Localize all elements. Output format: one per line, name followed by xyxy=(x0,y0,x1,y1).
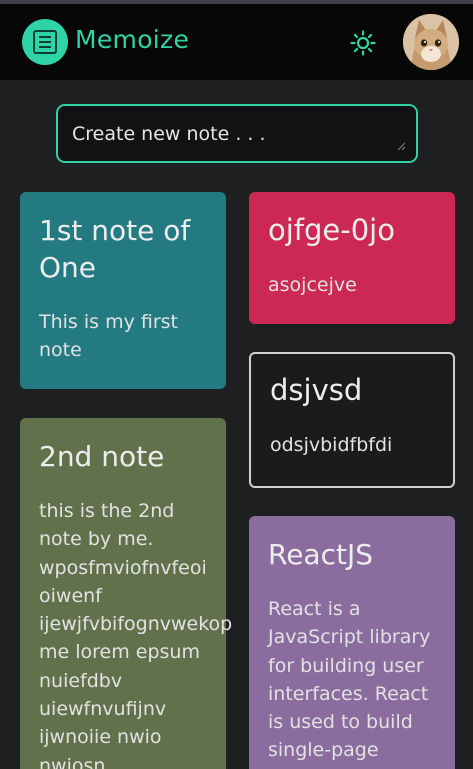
note-card[interactable]: dsjvsd odsjvbidfbfdi xyxy=(249,352,455,488)
note-body: This is my first note xyxy=(39,311,179,362)
note-title: 2nd note xyxy=(39,440,165,473)
cat-avatar-icon xyxy=(403,14,459,70)
note-title: ReactJS xyxy=(268,538,373,571)
note-title: dsjvsd xyxy=(270,373,363,407)
app-header: Memoize xyxy=(0,4,473,80)
note-card[interactable]: 2nd note this is the 2nd note by me. wpo… xyxy=(20,418,233,769)
note-card[interactable]: ojfge-0jo asojcejve xyxy=(249,192,455,324)
note-body: asojcejve xyxy=(268,274,357,296)
note-card[interactable]: 1st note of One This is my first note xyxy=(20,192,226,389)
note-card[interactable]: ReactJS React is a JavaScript library fo… xyxy=(249,516,455,769)
user-avatar[interactable] xyxy=(403,14,459,70)
create-note-input[interactable] xyxy=(56,104,418,163)
theme-toggle-button[interactable] xyxy=(347,27,379,59)
note-body: odsjvbidfbfdi xyxy=(270,434,393,456)
note-title: ojfge-0jo xyxy=(268,213,395,247)
notes-list-icon xyxy=(33,30,57,54)
note-body: this is the 2nd note by me. wposfmviofnv… xyxy=(39,500,233,769)
note-title: 1st note of One xyxy=(39,214,191,284)
app-logo[interactable] xyxy=(22,19,68,65)
sun-icon xyxy=(350,30,376,56)
app-title: Memoize xyxy=(75,25,190,54)
note-body: React is a JavaScript library for buildi… xyxy=(268,598,431,762)
